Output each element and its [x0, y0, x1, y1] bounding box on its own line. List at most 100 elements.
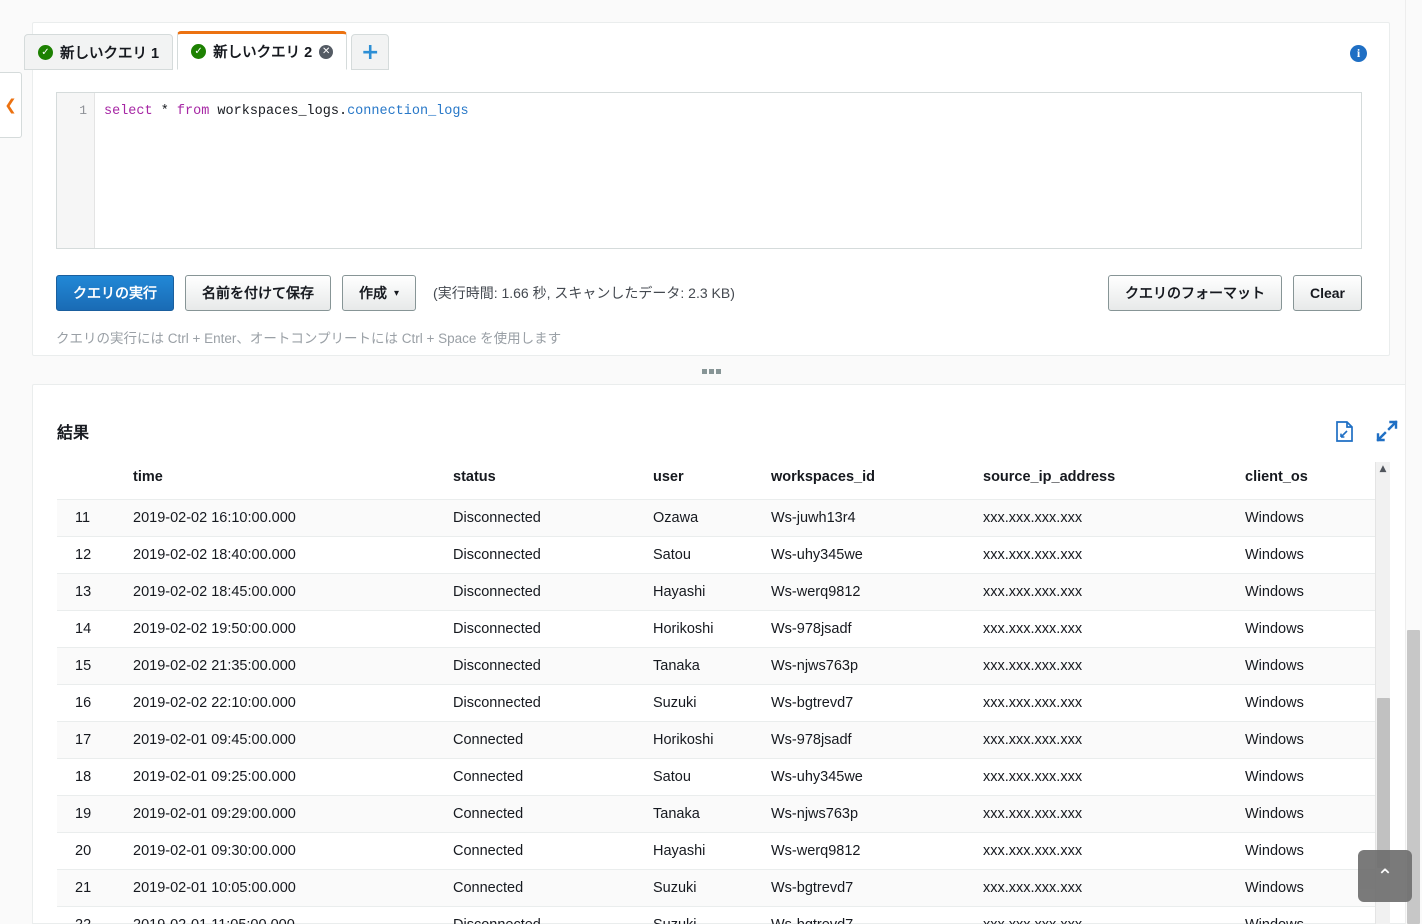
table-row[interactable]: 11 2019-02-02 16:10:00.000 Disconnected Oza… — [57, 499, 1379, 537]
table-row[interactable]: 15 2019-02-02 21:35:00.000 Disconnected Tan… — [57, 647, 1379, 685]
cell-user: Tanaka — [653, 795, 771, 833]
cell-source-ip-address: xxx.xxx.xxx.xxx — [983, 906, 1245, 924]
cell-status: Disconnected — [453, 610, 653, 648]
cell-status: Connected — [453, 795, 653, 833]
cell-index: 22 — [57, 906, 133, 924]
cell-workspaces-id: Ws-njws763p — [771, 795, 983, 833]
table-row[interactable]: 12 2019-02-02 18:40:00.000 Disconnected Sat… — [57, 536, 1379, 574]
athena-query-editor-page: ❮ i ✓ 新しいクエリ 1 ✓ 新しいクエリ 2 ✕ + 1 select *… — [0, 0, 1422, 924]
cell-time: 2019-02-02 19:50:00.000 — [133, 610, 453, 648]
cell-user: Suzuki — [653, 869, 771, 907]
col-header-index — [57, 463, 133, 500]
clear-button[interactable]: Clear — [1292, 275, 1362, 311]
sidebar-collapse-button[interactable]: ❮ — [0, 72, 22, 138]
cell-client-os: Windows — [1245, 758, 1379, 796]
cell-source-ip-address: xxx.xxx.xxx.xxx — [983, 536, 1245, 574]
cell-status: Connected — [453, 758, 653, 796]
cell-source-ip-address: xxx.xxx.xxx.xxx — [983, 684, 1245, 722]
add-query-tab-button[interactable]: + — [351, 34, 390, 70]
results-actions — [1335, 420, 1398, 442]
cell-source-ip-address: xxx.xxx.xxx.xxx — [983, 795, 1245, 833]
cell-time: 2019-02-02 18:40:00.000 — [133, 536, 453, 574]
clear-label: Clear — [1309, 285, 1345, 301]
scroll-to-top-button[interactable]: ⌃ — [1358, 850, 1412, 902]
cell-client-os: Windows — [1245, 906, 1379, 924]
editor-action-bar: クエリの実行 名前を付けて保存 作成 ▾ (実行時間: 1.66 秒, スキャン… — [56, 274, 1362, 312]
run-query-button[interactable]: クエリの実行 — [56, 275, 174, 311]
col-header-time: time — [133, 463, 453, 500]
cell-status: Disconnected — [453, 647, 653, 685]
cell-client-os: Windows — [1245, 684, 1379, 722]
scrollbar-thumb[interactable] — [1377, 698, 1390, 868]
cell-source-ip-address: xxx.xxx.xxx.xxx — [983, 610, 1245, 648]
table-header-row: time status user workspaces_id source_ip… — [57, 463, 1379, 500]
cell-source-ip-address: xxx.xxx.xxx.xxx — [983, 647, 1245, 685]
table-row[interactable]: 14 2019-02-02 19:50:00.000 Disconnected Hor… — [57, 610, 1379, 648]
cell-user: Horikoshi — [653, 721, 771, 759]
cell-index: 18 — [57, 758, 133, 796]
cell-index: 11 — [57, 499, 133, 537]
cell-index: 19 — [57, 795, 133, 833]
save-as-button[interactable]: 名前を付けて保存 — [185, 275, 331, 311]
cell-client-os: Windows — [1245, 795, 1379, 833]
sql-editor-text[interactable]: select * from workspaces_logs.connection… — [95, 93, 1361, 248]
info-icon[interactable]: i — [1350, 45, 1367, 62]
cell-index: 17 — [57, 721, 133, 759]
cell-workspaces-id: Ws-uhy345we — [771, 536, 983, 574]
table-row[interactable]: 16 2019-02-02 22:10:00.000 Disconnected Suz… — [57, 684, 1379, 722]
results-table: time status user workspaces_id source_ip… — [57, 463, 1379, 924]
create-label: 作成 — [359, 285, 387, 301]
cell-index: 12 — [57, 536, 133, 574]
cell-user: Suzuki — [653, 906, 771, 924]
sql-token-schema: workspaces_logs. — [209, 104, 348, 119]
cell-status: Disconnected — [453, 499, 653, 537]
sql-token-table: connection_logs — [347, 104, 469, 119]
cell-workspaces-id: Ws-njws763p — [771, 647, 983, 685]
query-tab-1[interactable]: ✓ 新しいクエリ 1 — [24, 34, 174, 70]
download-file-icon[interactable] — [1335, 420, 1354, 442]
query-tab-2[interactable]: ✓ 新しいクエリ 2 ✕ — [177, 31, 348, 70]
cell-source-ip-address: xxx.xxx.xxx.xxx — [983, 758, 1245, 796]
cell-workspaces-id: Ws-978jsadf — [771, 610, 983, 648]
cell-index: 15 — [57, 647, 133, 685]
scroll-up-arrow-icon[interactable]: ▲ — [1376, 464, 1390, 474]
cell-workspaces-id: Ws-978jsadf — [771, 721, 983, 759]
table-row[interactable]: 20 2019-02-01 09:30:00.000 Connected Hayash… — [57, 832, 1379, 870]
expand-arrows-icon[interactable] — [1376, 420, 1398, 442]
sql-editor[interactable]: 1 select * from workspaces_logs.connecti… — [56, 92, 1362, 249]
cell-workspaces-id: Ws-werq9812 — [771, 573, 983, 611]
col-header-client-os: client_os — [1245, 463, 1379, 500]
cell-user: Horikoshi — [653, 610, 771, 648]
col-header-workspaces-id: workspaces_id — [771, 463, 983, 500]
cell-status: Connected — [453, 832, 653, 870]
chevron-left-icon: ❮ — [4, 95, 17, 114]
cell-workspaces-id: Ws-juwh13r4 — [771, 499, 983, 537]
cell-source-ip-address: xxx.xxx.xxx.xxx — [983, 721, 1245, 759]
create-dropdown-button[interactable]: 作成 ▾ — [342, 275, 417, 311]
col-header-source-ip-address: source_ip_address — [983, 463, 1245, 500]
sql-token-keyword-from: from — [176, 104, 210, 119]
close-icon[interactable]: ✕ — [319, 44, 334, 59]
table-row[interactable]: 21 2019-02-01 10:05:00.000 Connected Suzuki… — [57, 869, 1379, 907]
table-row[interactable]: 17 2019-02-01 09:45:00.000 Connected Horiko… — [57, 721, 1379, 759]
cell-index: 16 — [57, 684, 133, 722]
run-query-label: クエリの実行 — [73, 285, 157, 301]
cell-source-ip-address: xxx.xxx.xxx.xxx — [983, 573, 1245, 611]
cell-client-os: Windows — [1245, 721, 1379, 759]
cell-user: Satou — [653, 758, 771, 796]
table-row[interactable]: 222019-02-01 11:05:00.000DisconnectedSuz… — [57, 906, 1379, 924]
line-number: 1 — [79, 103, 87, 118]
format-query-button[interactable]: クエリのフォーマット — [1107, 275, 1282, 311]
cell-client-os: Windows — [1245, 610, 1379, 648]
table-row[interactable]: 18 2019-02-01 09:25:00.000 Connected Satou W… — [57, 758, 1379, 796]
cell-user: Hayashi — [653, 573, 771, 611]
text-caret — [469, 101, 470, 116]
table-row[interactable]: 19 2019-02-01 09:29:00.000 Connected Tanaka… — [57, 795, 1379, 833]
cell-source-ip-address: xxx.xxx.xxx.xxx — [983, 832, 1245, 870]
cell-time: 2019-02-01 09:45:00.000 — [133, 721, 453, 759]
editor-right-actions: クエリのフォーマット Clear — [1107, 275, 1362, 311]
cell-client-os: Windows — [1245, 536, 1379, 574]
panel-resize-handle[interactable] — [0, 358, 1422, 384]
results-table-container: time status user workspaces_id source_ip… — [57, 463, 1399, 924]
table-row[interactable]: 13 2019-02-02 18:45:00.000 Disconnected Hay… — [57, 573, 1379, 611]
